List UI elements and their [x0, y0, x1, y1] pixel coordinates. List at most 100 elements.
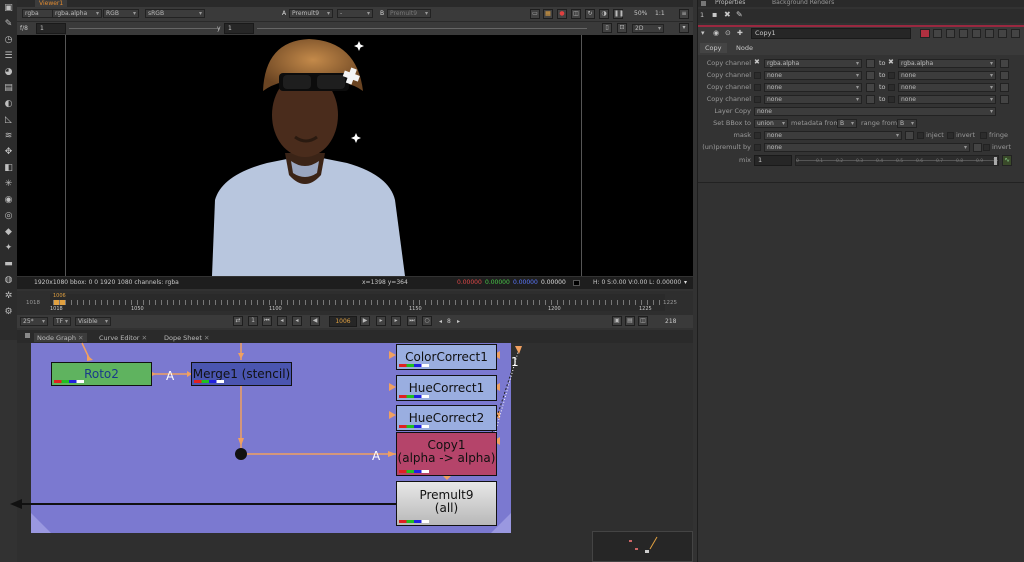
copy1-properties: ▾ ◉ ⊙ ✚ Copy1 Copy Node Copy channel ✖ r…: [698, 25, 1024, 182]
swap-icon[interactable]: [866, 59, 875, 68]
invert-label: invert: [956, 131, 975, 139]
maximize-icon[interactable]: [959, 29, 968, 38]
range-label: range from: [861, 119, 898, 127]
bookmark-icon[interactable]: [920, 29, 930, 38]
to-label: to: [879, 83, 886, 91]
mix-tick-1: 0.1: [816, 159, 824, 164]
swap-icon[interactable]: [866, 71, 875, 80]
swap-icon[interactable]: [866, 95, 875, 104]
layer-copy-select[interactable]: none: [754, 107, 996, 116]
add-icon[interactable]: [1000, 71, 1009, 80]
unpremult-checkbox[interactable]: [754, 144, 761, 151]
channel-checkbox[interactable]: [754, 84, 761, 91]
copy-to-select-3[interactable]: none: [898, 95, 996, 104]
panel-menu-icon[interactable]: [701, 1, 706, 6]
copy-from-select-2[interactable]: none: [764, 83, 862, 92]
invert2-label: invert: [992, 143, 1011, 151]
bbox-select[interactable]: union: [754, 119, 788, 128]
help-icon[interactable]: ✚: [737, 29, 743, 37]
properties-count[interactable]: 1: [700, 11, 704, 19]
fringe-label: fringe: [989, 131, 1009, 139]
copy-channel-label: Copy channel: [706, 83, 751, 91]
roto2-node[interactable]: Roto2: [51, 362, 152, 386]
properties-panel: Properties Background Renders 1 ▪ ✖ ✎ ▾ …: [697, 0, 1024, 562]
copy-from-select-3[interactable]: none: [764, 95, 862, 104]
metadata-select[interactable]: B: [837, 119, 857, 128]
merge1-node[interactable]: Merge1 (stencil): [191, 362, 292, 386]
edge-label-a1: A: [166, 369, 175, 383]
add-icon[interactable]: [1000, 95, 1009, 104]
mix-slider[interactable]: 0 0.1 0.2 0.3 0.4 0.5 0.6 0.7 0.8 0.9 1: [795, 155, 999, 166]
merge1-label: Merge1 (stencil): [192, 367, 291, 381]
mix-tick-5: 0.5: [896, 159, 904, 164]
edit-icon[interactable]: ✎: [736, 10, 743, 19]
unpremult-label: (un)premult by: [702, 143, 751, 151]
mask-channel-icon[interactable]: [905, 131, 914, 140]
channel-checkbox[interactable]: [888, 72, 895, 79]
huecorrect1-node[interactable]: HueCorrect1: [396, 375, 497, 401]
range-select[interactable]: B: [897, 119, 917, 128]
copy-from-select-1[interactable]: none: [764, 71, 862, 80]
tab-background-renders[interactable]: Background Renders: [772, 0, 834, 6]
revert-icon[interactable]: [933, 29, 942, 38]
node-edges: [10, 342, 522, 509]
colorcorrect1-node[interactable]: ColorCorrect1: [396, 344, 497, 370]
invert-checkbox[interactable]: [947, 132, 954, 139]
minimize-icon[interactable]: [985, 29, 994, 38]
mix-label: mix: [739, 156, 751, 164]
close-panel-icon[interactable]: [972, 29, 981, 38]
copy-to-select-0[interactable]: rgba.alpha: [898, 59, 996, 68]
mix-handle[interactable]: [994, 157, 997, 165]
copy1-node[interactable]: Copy1 (alpha -> alpha): [396, 432, 497, 476]
copy-channel-label: Copy channel: [706, 71, 751, 79]
to-label: to: [879, 71, 886, 79]
subtab-copy[interactable]: Copy: [700, 43, 727, 53]
x-icon[interactable]: [1011, 29, 1020, 38]
unpremult-select[interactable]: none: [764, 143, 970, 152]
properties-divider: [698, 182, 1024, 183]
invert2-checkbox[interactable]: [983, 144, 990, 151]
viewer-icon[interactable]: ⊙: [725, 29, 731, 37]
mix-input[interactable]: 1: [754, 155, 792, 166]
add-icon[interactable]: [1000, 59, 1009, 68]
premult9-node[interactable]: Premult9 (all): [396, 481, 497, 526]
channel-swatch: [399, 520, 429, 523]
channel-x-icon: ✖: [754, 58, 760, 66]
fringe-checkbox[interactable]: [980, 132, 987, 139]
mix-tick-3: 0.3: [856, 159, 864, 164]
add-icon[interactable]: [1000, 83, 1009, 92]
float-icon[interactable]: [946, 29, 955, 38]
inject-checkbox[interactable]: [917, 132, 924, 139]
clear-icon[interactable]: ✖: [724, 10, 731, 19]
subtab-node[interactable]: Node: [731, 43, 758, 53]
node-name-input[interactable]: Copy1: [751, 28, 911, 39]
mix-tick-6: 0.6: [916, 159, 924, 164]
minimap-node: [629, 540, 632, 542]
copy-from-select-0[interactable]: rgba.alpha: [764, 59, 862, 68]
swap-icon[interactable]: [866, 83, 875, 92]
minimap-edge: [649, 536, 658, 550]
properties-toolbar: 1 ▪ ✖ ✎: [698, 9, 1024, 23]
channel-checkbox[interactable]: [888, 84, 895, 91]
copy-to-select-1[interactable]: none: [898, 71, 996, 80]
bbox-label: Set BBox to: [713, 119, 751, 127]
huecorrect2-node[interactable]: HueCorrect2: [396, 405, 497, 431]
premult9-sublabel: (all): [434, 501, 459, 515]
navigator-minimap[interactable]: [592, 531, 693, 562]
mask-select[interactable]: none: [764, 131, 902, 140]
unpremult-channel-icon[interactable]: [973, 143, 982, 152]
tab-properties[interactable]: Properties: [715, 0, 745, 6]
channel-checkbox[interactable]: [754, 72, 761, 79]
channel-swatch: [399, 395, 429, 398]
mask-checkbox[interactable]: [754, 132, 761, 139]
copy-to-select-2[interactable]: none: [898, 83, 996, 92]
channel-checkbox[interactable]: [754, 96, 761, 103]
settings-icon[interactable]: [998, 29, 1007, 38]
copy-channel-label: Copy channel: [706, 95, 751, 103]
channel-checkbox[interactable]: [888, 96, 895, 103]
mix-tick-7: 0.7: [936, 159, 944, 164]
node-color-icon[interactable]: ◉: [713, 29, 719, 37]
lock-icon[interactable]: ▪: [712, 10, 717, 19]
collapse-icon[interactable]: ▾: [701, 29, 705, 37]
animation-curve-icon[interactable]: ∿: [1002, 155, 1012, 166]
